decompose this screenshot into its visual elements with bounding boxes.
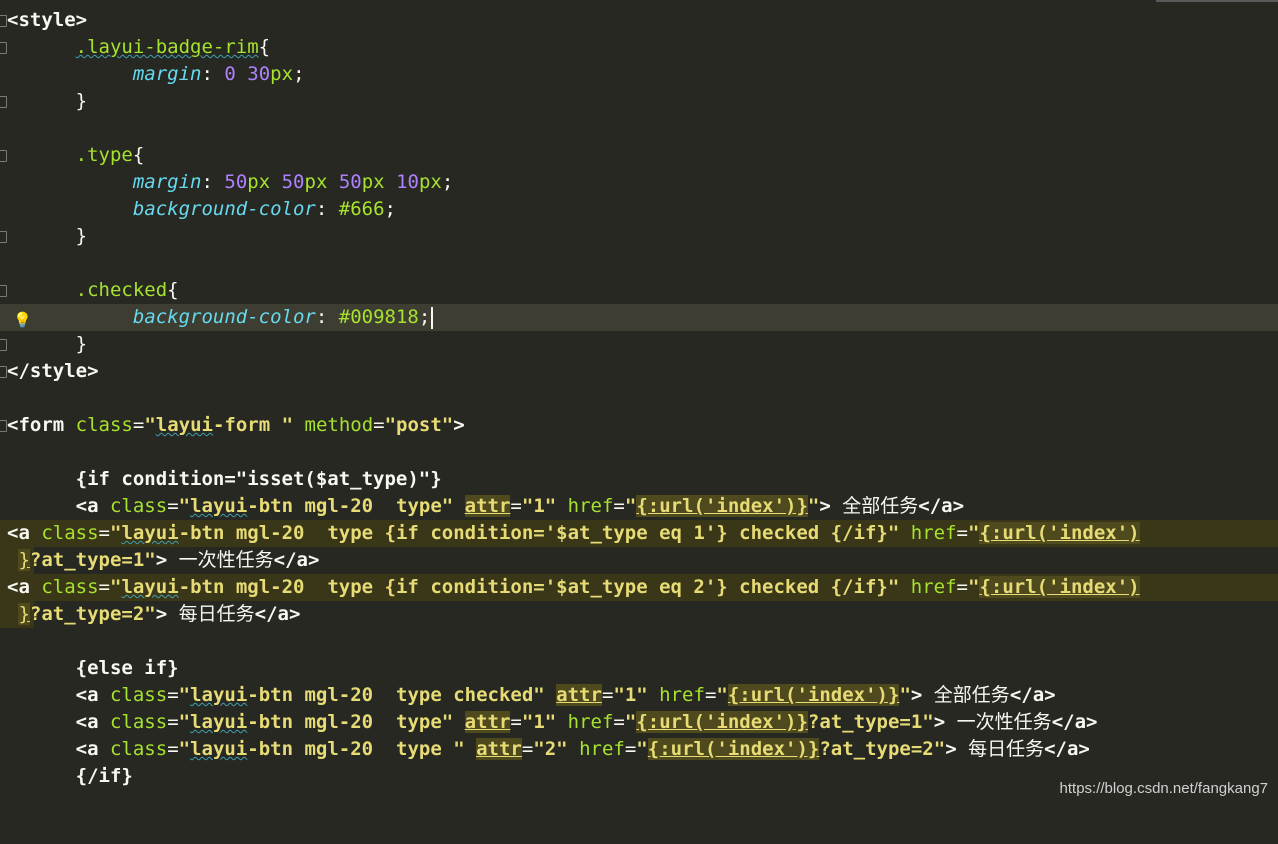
- url-expression: {:url('index')}: [636, 711, 808, 733]
- url-expression: {:url('index')}: [727, 684, 900, 706]
- fold-icon[interactable]: [0, 15, 7, 27]
- fold-icon[interactable]: [0, 339, 7, 351]
- code-line: }: [0, 88, 1278, 115]
- css-unit: px: [270, 63, 294, 85]
- code-line: background-color: #666;: [132, 198, 396, 220]
- css-property: margin: [132, 171, 202, 193]
- css-unit: px: [247, 171, 271, 193]
- css-number: 50: [281, 171, 305, 193]
- code-line: .layui-badge-rim{: [0, 34, 1278, 61]
- code-line: <a class="layui-btn mgl-20 type" attr="1…: [75, 711, 1098, 733]
- code-line: <a class="layui-btn mgl-20 type {if cond…: [7, 576, 1140, 598]
- code-line: .type{: [0, 142, 1278, 169]
- css-property: background-color: [132, 306, 316, 328]
- template-if: {if condition="isset($at_type)"}: [75, 468, 442, 490]
- style-open-tag: <style>: [7, 9, 88, 31]
- code-line: }?at_type=2"> 每日任务</a>: [18, 603, 301, 625]
- code-line: </style>: [0, 358, 1278, 385]
- css-unit: px: [304, 171, 328, 193]
- code-line: {if condition="isset($at_type)"}: [0, 466, 1278, 493]
- code-line: <style>: [0, 7, 1278, 34]
- css-number: 30: [247, 63, 271, 85]
- code-line: <a class="layui-btn mgl-20 type " attr="…: [75, 738, 1090, 760]
- current-code-line[interactable]: 💡 background-color: #009818;: [0, 304, 1278, 331]
- template-endif: {/if}: [75, 765, 133, 787]
- css-selector: .type: [75, 144, 133, 166]
- link-text-all: 全部任务: [933, 684, 1010, 706]
- code-line: <a class="layui-btn mgl-20 type" attr="1…: [75, 495, 965, 517]
- css-color: #666: [338, 198, 385, 220]
- fold-icon[interactable]: [0, 231, 7, 243]
- link-text-daily: 每日任务: [968, 738, 1045, 760]
- css-property: margin: [132, 63, 202, 85]
- css-number: 0: [224, 63, 236, 85]
- link-text-all: 全部任务: [842, 495, 919, 517]
- watermark: https://blog.csdn.net/fangkang7: [1059, 780, 1268, 797]
- css-unit: px: [361, 171, 385, 193]
- scrollbar-indicator[interactable]: [1156, 0, 1278, 2]
- fold-icon[interactable]: [0, 150, 7, 162]
- code-line: <a class="layui-btn mgl-20 type {if cond…: [7, 522, 1140, 544]
- css-unit: px: [418, 171, 442, 193]
- url-expression: {:url('index')}: [647, 738, 820, 760]
- fold-icon[interactable]: [0, 42, 7, 54]
- url-expression: {:url('index'): [979, 576, 1140, 598]
- style-close-tag: </style>: [7, 360, 99, 382]
- css-number: 50: [224, 171, 248, 193]
- url-expression: {:url('index'): [979, 522, 1140, 544]
- code-line: .checked{: [0, 277, 1278, 304]
- css-number: 10: [396, 171, 419, 193]
- link-text-daily: 每日任务: [178, 603, 255, 625]
- code-line: }: [0, 331, 1278, 358]
- code-line: }: [0, 223, 1278, 250]
- code-line: margin: 0 30px;: [132, 63, 305, 85]
- link-text-once: 一次性任务: [956, 711, 1052, 733]
- fold-icon[interactable]: [0, 420, 7, 432]
- template-else: {else if}: [75, 657, 179, 679]
- css-selector: .checked: [75, 279, 168, 301]
- css-color: #009818: [338, 306, 419, 328]
- code-line: {else if}: [0, 655, 1278, 682]
- code-line: <a class="layui-btn mgl-20 type checked"…: [75, 684, 1056, 706]
- text-cursor: [431, 306, 434, 329]
- css-number: 50: [338, 171, 362, 193]
- url-expression: }: [18, 549, 30, 571]
- css-property: background-color: [132, 198, 316, 220]
- fold-icon[interactable]: [0, 285, 7, 297]
- code-line: }?at_type=1"> 一次性任务</a>: [18, 549, 320, 571]
- fold-icon[interactable]: [0, 366, 7, 378]
- url-expression: {:url('index')}: [636, 495, 808, 517]
- code-line: <form class="layui-form " method="post">: [0, 412, 1278, 439]
- link-text-once: 一次性任务: [178, 549, 274, 571]
- fold-icon[interactable]: [0, 96, 7, 108]
- css-selector: .layui-badge-rim: [75, 36, 259, 58]
- url-expression: }: [18, 603, 30, 625]
- code-line: margin: 50px 50px 50px 10px;: [132, 171, 454, 193]
